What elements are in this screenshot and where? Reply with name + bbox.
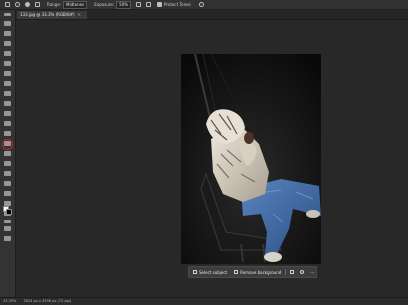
select-subject-label: Select subject bbox=[199, 269, 228, 275]
document-info: 3024 px x 4536 px (72 ppi) bbox=[23, 299, 72, 303]
pressure-toggle[interactable] bbox=[198, 2, 204, 7]
brush-preset-icon bbox=[25, 2, 30, 7]
clone-stamp-tool-icon[interactable] bbox=[4, 111, 11, 116]
dodge-tool-icon[interactable] bbox=[4, 151, 11, 156]
move-tool-icon[interactable] bbox=[4, 21, 11, 26]
type-tool-icon[interactable] bbox=[4, 171, 11, 176]
more-tools-icon[interactable] bbox=[4, 220, 11, 223]
document-tab-bar: 133.jpg @ 33.3% (RGB/8#) × bbox=[16, 10, 408, 20]
healing-brush-tool-icon[interactable] bbox=[4, 91, 11, 96]
options-bar: Range: Midtones Exposure: 50% Protect To… bbox=[0, 0, 408, 10]
close-tab-button[interactable]: × bbox=[78, 12, 81, 17]
history-brush-tool-icon[interactable] bbox=[4, 121, 11, 126]
person-icon bbox=[193, 270, 197, 274]
protect-tones-label: Protect Tones bbox=[164, 2, 191, 7]
exposure-label: Exposure: bbox=[94, 2, 115, 7]
remove-background-button[interactable]: Remove background bbox=[234, 270, 281, 275]
brush-preset-picker[interactable] bbox=[25, 2, 30, 7]
airbrush-icon bbox=[136, 2, 141, 7]
active-tool-highlight bbox=[2, 139, 13, 150]
object-selection-tool-icon[interactable] bbox=[4, 51, 11, 56]
checkbox-checked-icon bbox=[157, 2, 162, 7]
home-icon bbox=[5, 2, 10, 7]
document-tab-title: 133.jpg @ 33.3% (RGB/8#) bbox=[20, 12, 75, 17]
brush-settings-button[interactable] bbox=[35, 2, 40, 7]
angle-field[interactable] bbox=[146, 2, 151, 7]
lasso-tool-icon[interactable] bbox=[4, 41, 11, 46]
marquee-tool-icon[interactable] bbox=[4, 31, 11, 36]
angle-icon bbox=[146, 2, 151, 7]
divider bbox=[285, 269, 287, 275]
protect-tones-checkbox[interactable] bbox=[157, 2, 162, 7]
half-circle-icon bbox=[300, 270, 305, 274]
quick-mask-icon[interactable] bbox=[4, 226, 11, 231]
exposure-field[interactable]: 50% bbox=[116, 0, 131, 9]
tool-preset-picker[interactable] bbox=[15, 2, 20, 7]
pressure-icon bbox=[198, 2, 204, 7]
transform-button[interactable] bbox=[290, 270, 296, 274]
document-canvas[interactable] bbox=[181, 54, 321, 264]
background-color-swatch[interactable] bbox=[6, 209, 12, 215]
contextual-task-bar: Select subject Remove background ··· bbox=[188, 266, 317, 278]
more-options-button[interactable]: ··· bbox=[310, 270, 314, 275]
range-label: Range: bbox=[47, 2, 62, 7]
eyedropper-tool-icon[interactable] bbox=[4, 81, 11, 86]
transform-icon bbox=[290, 270, 295, 274]
adjustment-button[interactable] bbox=[300, 270, 306, 274]
rectangle-tool-icon[interactable] bbox=[4, 191, 11, 196]
crop-tool-icon[interactable] bbox=[4, 61, 11, 66]
dodge-icon bbox=[15, 2, 20, 7]
remove-background-label: Remove background bbox=[240, 269, 282, 275]
frame-tool-icon[interactable] bbox=[4, 71, 11, 76]
eraser-tool-icon[interactable] bbox=[4, 131, 11, 136]
pen-tool-icon[interactable] bbox=[4, 161, 11, 166]
image-icon bbox=[234, 270, 239, 274]
photo-image bbox=[181, 54, 321, 264]
zoom-level[interactable]: 33.33% bbox=[3, 299, 16, 303]
document-tab[interactable]: 133.jpg @ 33.3% (RGB/8#) × bbox=[17, 11, 87, 19]
toolbar-grip[interactable] bbox=[4, 13, 11, 16]
range-select[interactable]: Midtones bbox=[63, 0, 88, 9]
brush-tool-icon[interactable] bbox=[4, 101, 11, 106]
select-subject-button[interactable]: Select subject bbox=[193, 270, 227, 275]
tools-panel bbox=[0, 10, 16, 297]
brush-settings-icon bbox=[35, 2, 40, 7]
screen-mode-icon[interactable] bbox=[4, 236, 11, 241]
airbrush-toggle[interactable] bbox=[136, 2, 141, 7]
home-button[interactable] bbox=[5, 2, 10, 7]
path-selection-tool-icon[interactable] bbox=[4, 181, 11, 186]
